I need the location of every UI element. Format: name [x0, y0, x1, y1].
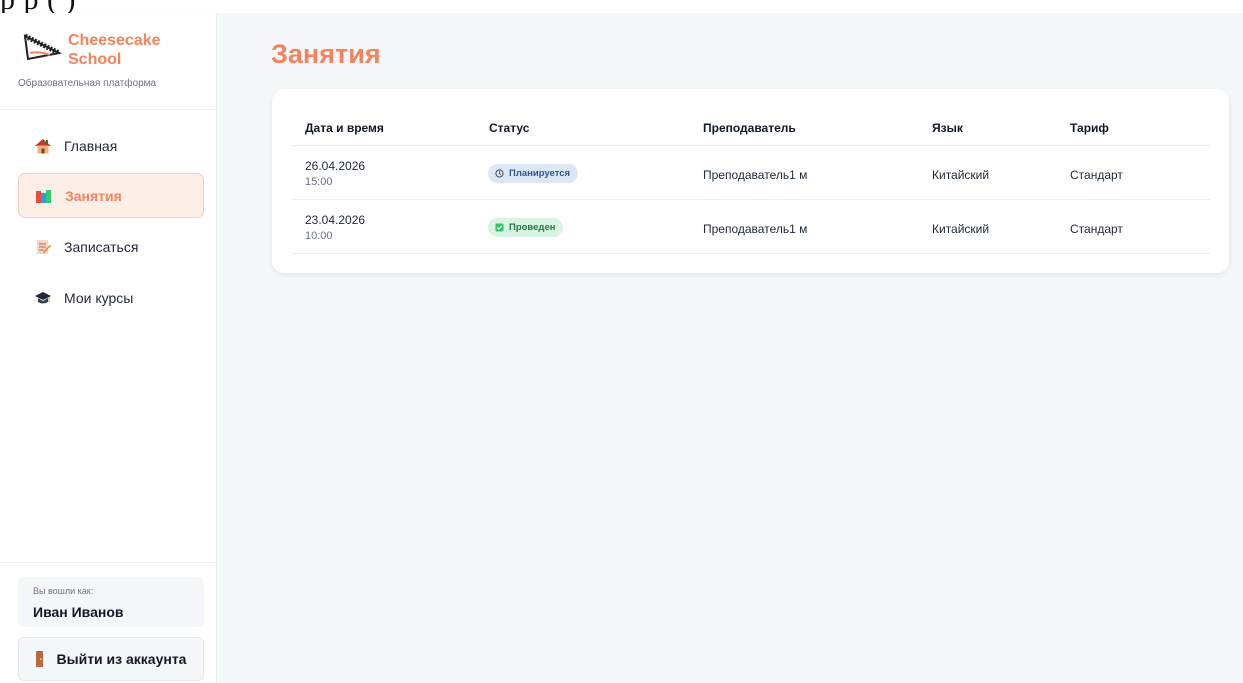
logout-button[interactable]: Выйти из аккаунта: [18, 637, 204, 681]
sidebar-item-enroll[interactable]: Записаться: [18, 224, 204, 269]
cell-teacher: Преподаватель1 м: [703, 222, 808, 236]
table-divider: [292, 145, 1210, 146]
status-badge: Проведен: [488, 218, 564, 237]
brand: Cheesecake School Образовательная платфо…: [18, 31, 208, 91]
main-content: Занятия Дата и время Статус Преподавател…: [218, 13, 1243, 683]
check-box-icon: [495, 223, 504, 232]
column-header-language: Язык: [932, 121, 963, 135]
lessons-table-card: Дата и время Статус Преподаватель Язык Т…: [272, 89, 1229, 273]
cell-language: Китайский: [932, 222, 990, 236]
cell-date: 26.04.2026: [305, 159, 366, 173]
brand-subtitle: Образовательная платформа: [18, 78, 157, 89]
status-label: Проведен: [509, 222, 556, 233]
page-title: Занятия: [271, 39, 381, 69]
status-label: Планируется: [509, 168, 571, 179]
graduation-cap-icon: [35, 291, 51, 303]
sidebar: Cheesecake School Образовательная платфо…: [0, 13, 217, 683]
top-overlay-text: p p ( ): [0, 0, 1243, 13]
column-header-teacher: Преподаватель: [703, 121, 796, 135]
memo-icon: [37, 239, 51, 254]
sidebar-item-home[interactable]: Главная: [18, 123, 204, 168]
house-icon: [35, 138, 51, 153]
door-icon: [35, 651, 43, 667]
user-info: Вы вошли как: Иван Иванов: [18, 577, 204, 627]
brand-name: Cheesecake School: [68, 32, 161, 68]
clock-icon: [495, 169, 504, 178]
sidebar-item-label: Записаться: [64, 238, 139, 255]
cell-time: 15:00: [305, 176, 333, 188]
column-header-datetime: Дата и время: [305, 121, 384, 135]
cell-time: 10:00: [305, 230, 333, 242]
books-icon: [36, 189, 51, 203]
cell-date: 23.04.2026: [305, 213, 366, 227]
cell-tariff: Стандарт: [1070, 222, 1123, 236]
user-name: Иван Иванов: [33, 604, 124, 620]
sidebar-divider: [0, 562, 216, 563]
sidebar-item-label: Главная: [64, 137, 118, 154]
sidebar-item-lessons[interactable]: Занятия: [18, 173, 204, 218]
logout-label: Выйти из аккаунта: [56, 651, 187, 667]
table-divider: [292, 199, 1210, 200]
cell-language: Китайский: [932, 168, 990, 182]
user-caption: Вы вошли как:: [33, 586, 94, 596]
sidebar-item-label: Мои курсы: [64, 289, 134, 306]
column-header-status: Статус: [489, 121, 530, 135]
sidebar-item-my-courses[interactable]: Мои курсы: [18, 275, 204, 320]
sidebar-item-label: Занятия: [65, 187, 122, 204]
table-divider: [292, 253, 1210, 254]
status-badge: Планируется: [488, 164, 579, 183]
column-header-tariff: Тариф: [1070, 121, 1109, 135]
sidebar-divider: [0, 109, 216, 110]
cheesecake-logo-icon: [23, 33, 62, 61]
cell-teacher: Преподаватель1 м: [703, 168, 808, 182]
cell-tariff: Стандарт: [1070, 168, 1123, 182]
